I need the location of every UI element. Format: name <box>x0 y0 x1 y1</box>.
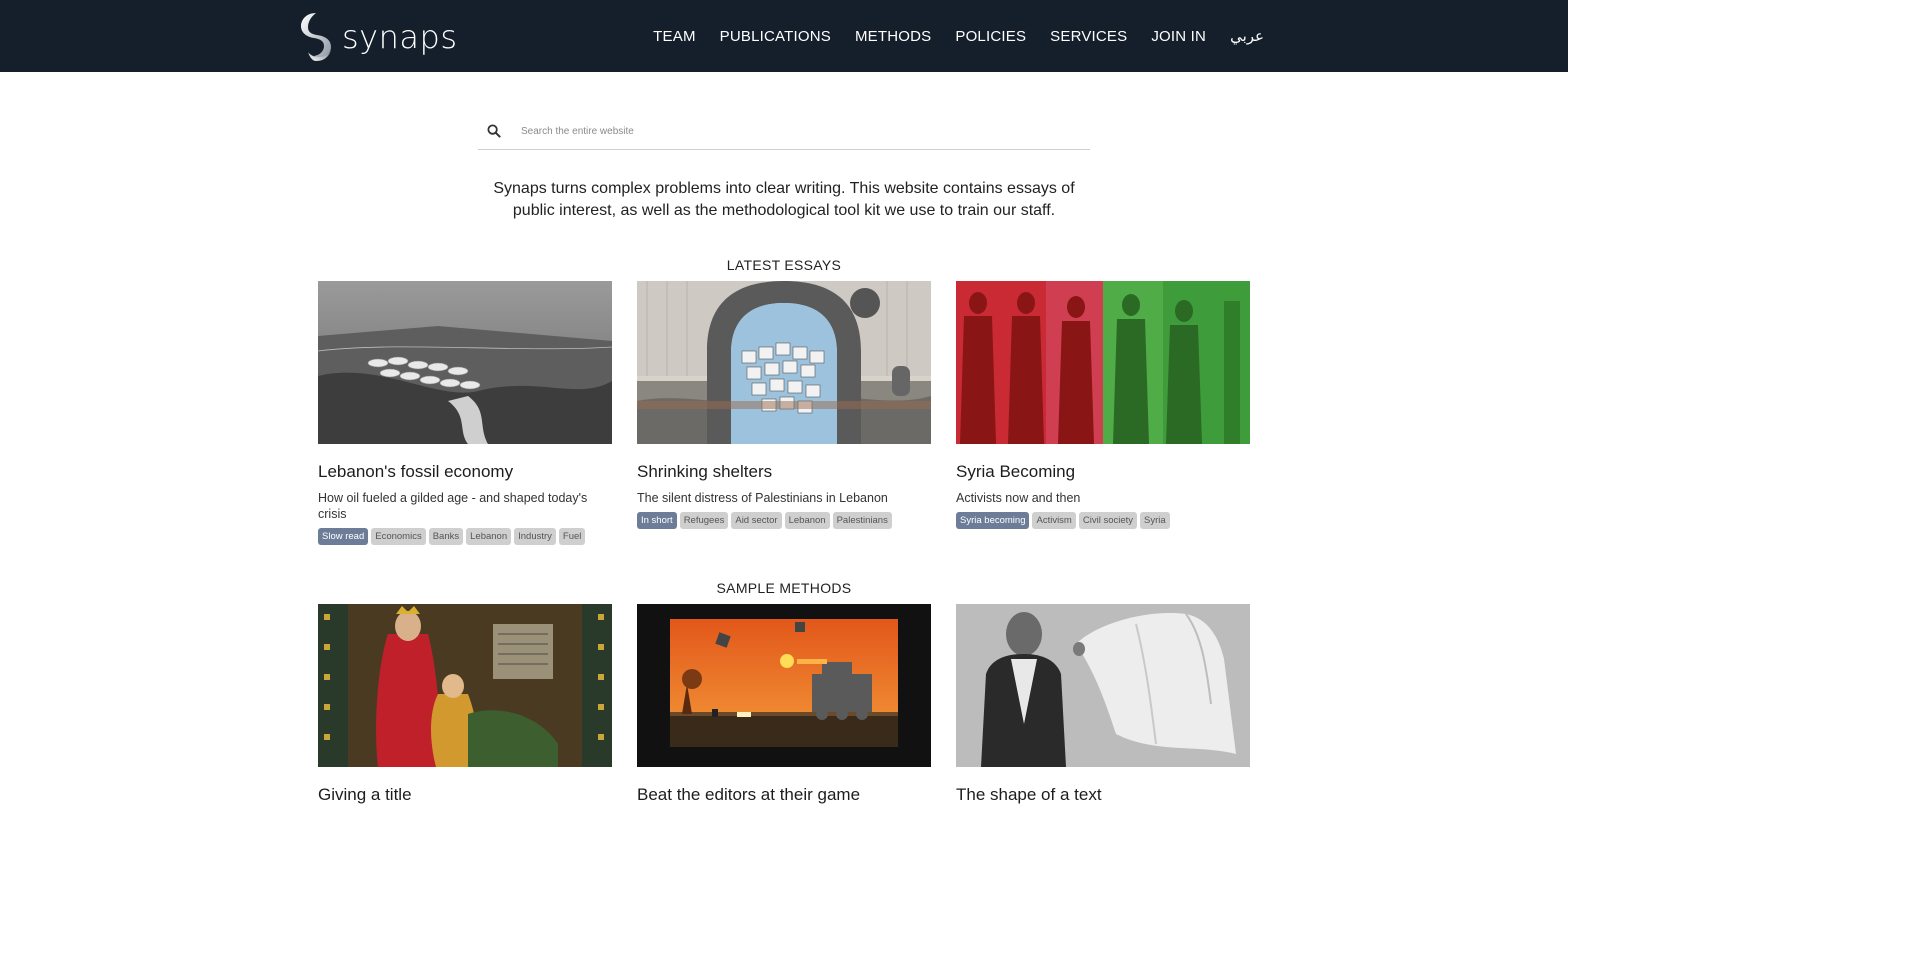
method-image-vintage-photo[interactable] <box>956 604 1250 767</box>
nav-services[interactable]: SERVICES <box>1050 28 1127 45</box>
tag-badge[interactable]: Syria <box>1140 512 1170 529</box>
tag-badge[interactable]: Refugees <box>679 512 729 529</box>
method-title[interactable]: Beat the editors at their game <box>637 785 931 805</box>
essay-card[interactable]: Syria Becoming Activists now and then Sy… <box>956 281 1250 529</box>
main-nav: TEAM PUBLICATIONS METHODS POLICIES SERVI… <box>629 0 1264 72</box>
essay-image-figures-painting[interactable] <box>956 281 1250 444</box>
tag-badge[interactable]: Syria becoming <box>956 512 1030 529</box>
synaps-logo-icon <box>301 13 331 61</box>
nav-methods[interactable]: METHODS <box>855 28 931 45</box>
method-card[interactable]: The shape of a text <box>956 604 1250 805</box>
site-header: synaps TEAM PUBLICATIONS METHODS POLICIE… <box>0 0 1568 72</box>
sample-methods-heading: SAMPLE METHODS <box>716 580 852 596</box>
method-card[interactable]: Beat the editors at their game <box>637 604 931 805</box>
tag-badge[interactable]: Slow read <box>318 528 369 545</box>
intro-text: Synaps turns complex problems into clear… <box>493 180 1075 219</box>
nav-join-in[interactable]: JOIN IN <box>1151 28 1206 45</box>
latest-essays-heading: LATEST ESSAYS <box>726 257 842 273</box>
essay-image-oil-tanks[interactable] <box>318 281 612 444</box>
tag-list: Slow read Economics Banks Lebanon Indust… <box>318 528 612 545</box>
tag-badge[interactable]: Aid sector <box>731 512 782 529</box>
essay-title[interactable]: Lebanon's fossil economy <box>318 462 612 482</box>
nav-arabic[interactable]: عربي <box>1230 27 1264 45</box>
nav-team[interactable]: TEAM <box>653 28 695 45</box>
tag-badge[interactable]: Lebanon <box>784 512 830 529</box>
essay-title[interactable]: Shrinking shelters <box>637 462 931 482</box>
tag-badge[interactable]: Banks <box>428 528 464 545</box>
tag-badge[interactable]: Fuel <box>558 528 586 545</box>
tag-badge[interactable]: Lebanon <box>466 528 512 545</box>
nav-publications[interactable]: PUBLICATIONS <box>720 28 831 45</box>
search-input[interactable] <box>519 124 1063 138</box>
nav-policies[interactable]: POLICIES <box>955 28 1026 45</box>
method-title[interactable]: The shape of a text <box>956 785 1250 805</box>
tag-list: Syria becoming Activism Civil society Sy… <box>956 512 1250 529</box>
tag-badge[interactable]: Palestinians <box>832 512 892 529</box>
tag-badge[interactable]: In short <box>637 512 677 529</box>
logo-text: synaps <box>342 18 458 56</box>
essay-subtitle: The silent distress of Palestinians in L… <box>637 491 888 505</box>
tag-badge[interactable]: Civil society <box>1078 512 1138 529</box>
method-title[interactable]: Giving a title <box>318 785 612 805</box>
method-card[interactable]: Giving a title <box>318 604 612 805</box>
method-image-stained-glass[interactable] <box>318 604 612 767</box>
essay-image-arch-painting[interactable] <box>637 281 931 444</box>
tag-badge[interactable]: Activism <box>1032 512 1076 529</box>
essay-card[interactable]: Lebanon's fossil economy How oil fueled … <box>318 281 612 545</box>
essay-title[interactable]: Syria Becoming <box>956 462 1250 482</box>
site-logo[interactable]: synaps <box>300 12 457 62</box>
essay-subtitle: How oil fueled a gilded age - and shaped… <box>318 491 588 521</box>
search-icon[interactable] <box>487 124 501 138</box>
method-image-game-screenshot[interactable] <box>637 604 931 767</box>
essay-subtitle: Activists now and then <box>956 491 1081 505</box>
search-bar <box>478 113 1090 150</box>
tag-badge[interactable]: Industry <box>514 528 556 545</box>
tag-list: In short Refugees Aid sector Lebanon Pal… <box>637 512 931 529</box>
essay-card[interactable]: Shrinking shelters The silent distress o… <box>637 281 931 529</box>
tag-badge[interactable]: Economics <box>371 528 426 545</box>
